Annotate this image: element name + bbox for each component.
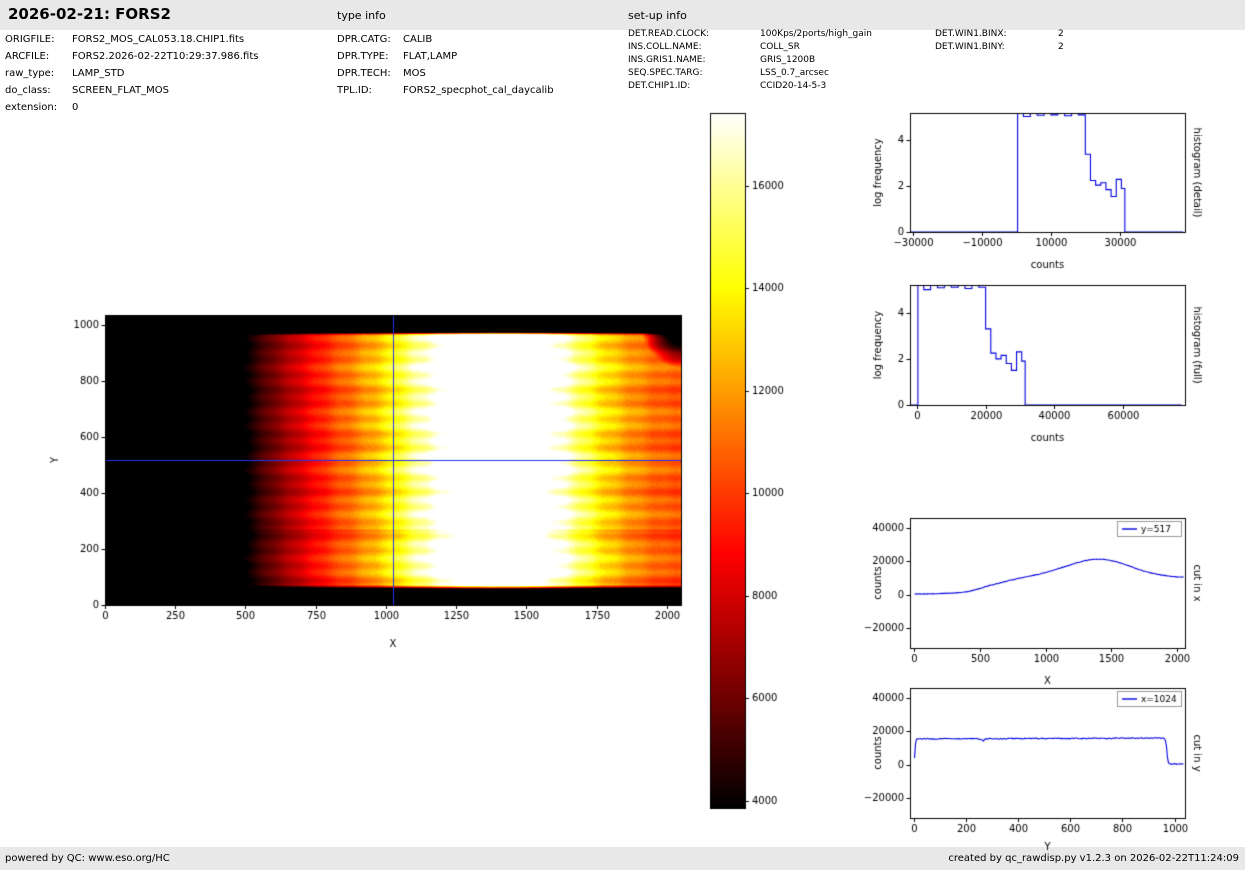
meta-label: TPL.ID: (337, 82, 403, 99)
colorbar (700, 105, 800, 820)
meta-label: DPR.CATG: (337, 31, 403, 48)
binning-info-column: DET.WIN1.BINX:2 DET.WIN1.BINY:2 (935, 28, 1064, 54)
type-info-heading: type info (337, 9, 386, 22)
cut-in-x-plot (840, 505, 1245, 690)
meta-value: LAMP_STD (72, 68, 124, 79)
meta-value: CALIB (403, 34, 432, 45)
meta-label: extension: (5, 99, 72, 116)
file-metadata-column: ORIGFILE:FORS2_MOS_CAL053.18.CHIP1.fits … (5, 31, 258, 116)
meta-label: DET.WIN1.BINX: (935, 28, 1058, 41)
meta-value: 2 (1058, 42, 1064, 52)
histogram-full-plot (840, 270, 1245, 460)
meta-label: ARCFILE: (5, 48, 72, 65)
meta-value: FORS2.2026-02-22T10:29:37.986.fits (72, 51, 258, 62)
meta-value: SCREEN_FLAT_MOS (72, 85, 169, 96)
meta-value: MOS (403, 68, 426, 79)
meta-row: extension:0 (5, 99, 258, 116)
meta-label: DPR.TECH: (337, 65, 403, 82)
meta-row: INS.GRIS1.NAME:GRIS_1200B (628, 54, 872, 67)
meta-row: do_class:SCREEN_FLAT_MOS (5, 82, 258, 99)
header-bar (0, 0, 1245, 30)
meta-row: DET.CHIP1.ID:CCID20-14-5-3 (628, 80, 872, 93)
meta-row: DET.READ.CLOCK:100Kps/2ports/high_gain (628, 28, 872, 41)
meta-row: DET.WIN1.BINY:2 (935, 41, 1064, 54)
meta-row: DET.WIN1.BINX:2 (935, 28, 1064, 41)
meta-value: CCID20-14-5-3 (760, 81, 826, 91)
raw-image-heatmap-plot (35, 295, 705, 665)
meta-row: ARCFILE:FORS2.2026-02-22T10:29:37.986.fi… (5, 48, 258, 65)
meta-label: do_class: (5, 82, 72, 99)
meta-row: raw_type:LAMP_STD (5, 65, 258, 82)
meta-row: DPR.CATG:CALIB (337, 31, 554, 48)
meta-value: FLAT,LAMP (403, 51, 457, 62)
meta-label: raw_type: (5, 65, 72, 82)
qc-report-page: 2026-02-21: FORS2 type info set-up info … (0, 0, 1245, 870)
meta-row: DPR.TYPE:FLAT,LAMP (337, 48, 554, 65)
cut-in-y-plot (840, 675, 1245, 860)
meta-value: 100Kps/2ports/high_gain (760, 29, 872, 39)
page-title: 2026-02-21: FORS2 (8, 5, 171, 23)
meta-label: INS.COLL.NAME: (628, 41, 760, 54)
meta-value: LSS_0.7_arcsec (760, 68, 829, 78)
meta-label: INS.GRIS1.NAME: (628, 54, 760, 67)
meta-row: DPR.TECH:MOS (337, 65, 554, 82)
meta-row: SEQ.SPEC.TARG:LSS_0.7_arcsec (628, 67, 872, 80)
meta-label: DPR.TYPE: (337, 48, 403, 65)
footer-created-by: created by qc_rawdisp.py v1.2.3 on 2026-… (948, 853, 1239, 864)
meta-value: COLL_SR (760, 42, 800, 52)
meta-value: FORS2_MOS_CAL053.18.CHIP1.fits (72, 34, 244, 45)
meta-value: 2 (1058, 29, 1064, 39)
histogram-detail-plot (840, 95, 1245, 285)
footer-powered-by: powered by QC: www.eso.org/HC (5, 853, 170, 864)
meta-label: SEQ.SPEC.TARG: (628, 67, 760, 80)
meta-row: INS.COLL.NAME:COLL_SR (628, 41, 872, 54)
type-info-column: DPR.CATG:CALIB DPR.TYPE:FLAT,LAMP DPR.TE… (337, 31, 554, 99)
meta-value: GRIS_1200B (760, 55, 815, 65)
meta-row: ORIGFILE:FORS2_MOS_CAL053.18.CHIP1.fits (5, 31, 258, 48)
meta-row: TPL.ID:FORS2_specphot_cal_daycalib (337, 82, 554, 99)
meta-label: DET.CHIP1.ID: (628, 80, 760, 93)
meta-value: FORS2_specphot_cal_daycalib (403, 85, 554, 96)
setup-info-heading: set-up info (628, 9, 687, 22)
meta-label: ORIGFILE: (5, 31, 72, 48)
meta-label: DET.WIN1.BINY: (935, 41, 1058, 54)
meta-value: 0 (72, 102, 78, 113)
meta-label: DET.READ.CLOCK: (628, 28, 760, 41)
setup-info-column: DET.READ.CLOCK:100Kps/2ports/high_gain I… (628, 28, 872, 93)
